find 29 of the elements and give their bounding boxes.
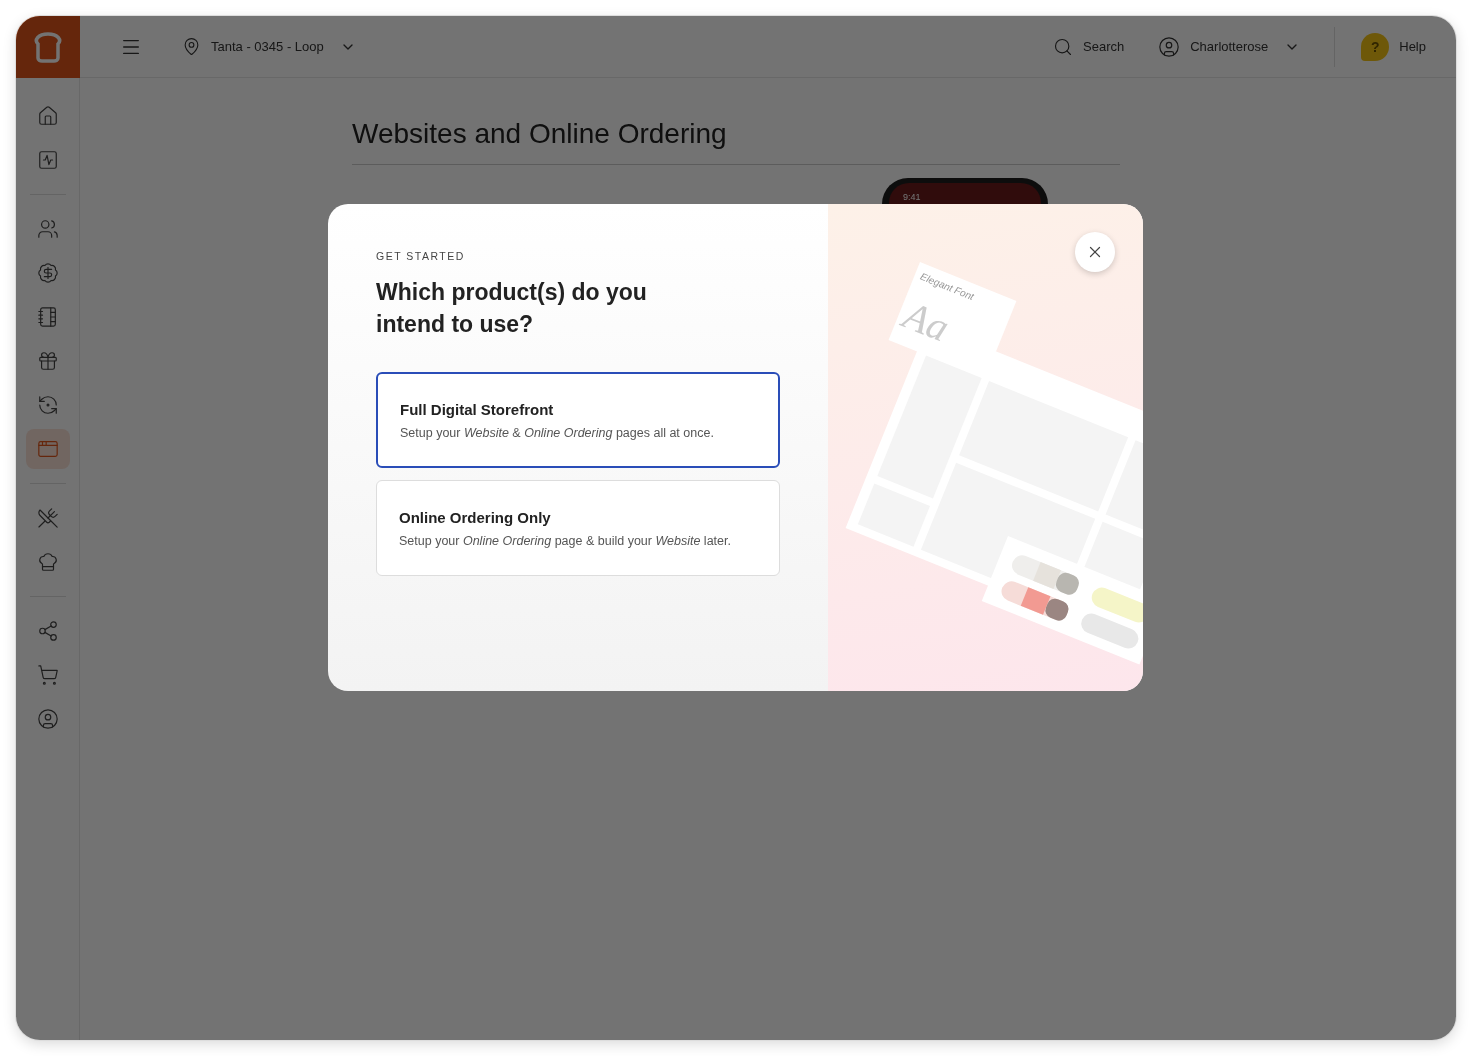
cart-icon xyxy=(36,664,59,686)
home-icon xyxy=(36,105,59,127)
search-button[interactable]: Search xyxy=(1053,36,1125,57)
help-bubble-icon: ? xyxy=(1361,32,1390,61)
eyebrow-label: GET STARTED xyxy=(376,250,466,262)
dollar-badge-icon xyxy=(36,262,59,284)
page-title: Websites and Online Ordering xyxy=(352,118,1120,165)
user-menu[interactable]: Charlotterose xyxy=(1158,35,1301,58)
share-icon xyxy=(36,620,59,642)
user-circle-icon xyxy=(36,708,59,730)
product-option[interactable]: Online Ordering Only Setup your Online Ordering page & build your Website later. xyxy=(376,480,780,576)
browser-window-icon xyxy=(36,438,59,460)
utensils-icon xyxy=(36,507,59,529)
product-option[interactable]: Full Digital Storefront Setup your Website & Online Ordering pages all at once. xyxy=(376,372,780,468)
chef-hat-icon xyxy=(36,551,59,573)
notebook-icon xyxy=(36,306,59,328)
location-selector[interactable]: Tanta - 0345 - Loop xyxy=(182,37,356,56)
activity-icon xyxy=(36,149,59,171)
user-icon xyxy=(1158,35,1181,58)
refresh-icon xyxy=(36,394,59,416)
sidebar-nav-button[interactable] xyxy=(25,429,70,469)
close-button[interactable] xyxy=(1075,232,1115,272)
modal-title: Which product(s) do you intend to use? xyxy=(376,278,648,339)
gift-icon xyxy=(36,350,59,372)
phone-time: 9:41 xyxy=(903,192,921,202)
help-button[interactable]: ? Help xyxy=(1361,32,1426,61)
map-pin-icon xyxy=(182,37,201,56)
people-icon xyxy=(36,218,59,240)
search-icon xyxy=(1053,36,1073,57)
